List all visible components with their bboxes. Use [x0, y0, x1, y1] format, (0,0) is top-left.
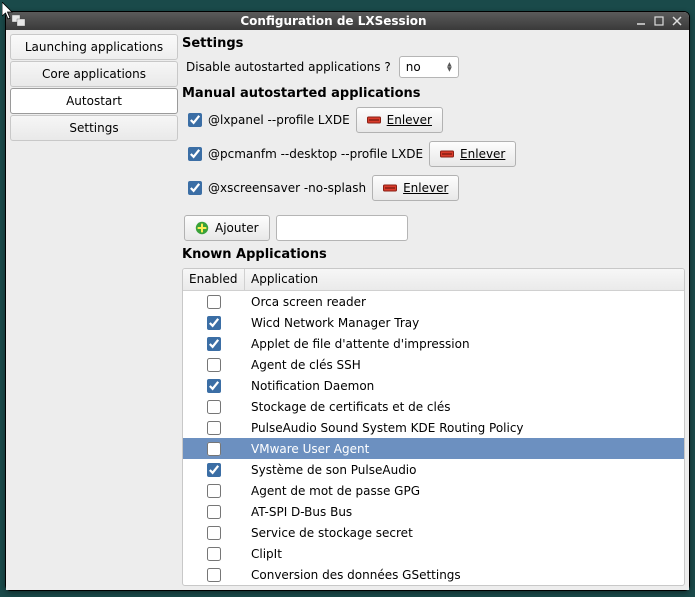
sidebar-item-settings[interactable]: Settings [10, 115, 178, 141]
remove-button[interactable]: Enlever [356, 107, 443, 133]
manual-autostart-checkbox[interactable] [188, 113, 202, 127]
remove-button[interactable]: Enlever [372, 175, 459, 201]
column-enabled[interactable]: Enabled [183, 269, 245, 290]
settings-heading: Settings [182, 36, 685, 51]
known-app-name: Conversion des données GSettings [245, 568, 684, 582]
known-app-checkbox[interactable] [207, 421, 221, 435]
manual-autostart-row: @xscreensaver -no-splash Enlever [188, 175, 685, 201]
known-heading: Known Applications [182, 247, 685, 262]
known-app-row[interactable]: Wicd Network Manager Tray [183, 312, 684, 333]
known-app-checkbox[interactable] [207, 337, 221, 351]
known-app-name: Stockage de certificats et de clés [245, 400, 684, 414]
disable-autostart-combo[interactable]: no ▲▼ [399, 56, 459, 78]
sidebar-item-autostart[interactable]: Autostart [10, 88, 178, 114]
minus-icon [383, 183, 397, 193]
known-app-row[interactable]: Orca screen reader [183, 291, 684, 312]
disable-autostart-label: Disable autostarted applications ? [186, 60, 391, 74]
close-button[interactable] [671, 15, 683, 27]
known-app-checkbox[interactable] [207, 463, 221, 477]
known-app-row[interactable]: Conversion des données GSettings [183, 564, 684, 585]
known-app-checkbox[interactable] [207, 442, 221, 456]
sidebar-item-label: Launching applications [25, 40, 163, 54]
known-app-name: Notification Daemon [245, 379, 684, 393]
known-app-row[interactable]: Notification Daemon [183, 375, 684, 396]
known-app-name: Applet de file d'attente d'impression [245, 337, 684, 351]
manual-autostart-checkbox[interactable] [188, 147, 202, 161]
known-app-name: Orca screen reader [245, 295, 684, 309]
manual-autostart-row: @pcmanfm --desktop --profile LXDE Enlever [188, 141, 685, 167]
window-buttons [635, 15, 683, 27]
sidebar-item-label: Autostart [66, 94, 122, 108]
remove-button-label: Enlever [403, 181, 448, 195]
add-button[interactable]: Ajouter [184, 215, 270, 241]
window-title: Configuration de LXSession [32, 14, 635, 28]
known-app-row[interactable]: VMware User Agent [183, 438, 684, 459]
known-app-checkbox[interactable] [207, 400, 221, 414]
app-icon [12, 15, 26, 27]
known-app-row[interactable]: Stockage de certificats et de clés [183, 396, 684, 417]
remove-button-label: Enlever [387, 113, 432, 127]
known-table-header: Enabled Application [183, 269, 684, 291]
manual-autostart-command: @lxpanel --profile LXDE [208, 113, 350, 127]
known-app-checkbox[interactable] [207, 505, 221, 519]
manual-autostart-row: @lxpanel --profile LXDE Enlever [188, 107, 685, 133]
maximize-button[interactable] [653, 15, 665, 27]
titlebar[interactable]: Configuration de LXSession [6, 12, 689, 30]
known-app-checkbox[interactable] [207, 295, 221, 309]
manual-autostart-command: @xscreensaver -no-splash [208, 181, 366, 195]
known-app-name: Service de stockage secret [245, 526, 684, 540]
disable-autostart-value: no [406, 60, 421, 74]
minimize-button[interactable] [635, 15, 647, 27]
known-app-name: VMware User Agent [245, 442, 684, 456]
known-app-row[interactable]: Agent de mot de passe GPG [183, 480, 684, 501]
column-application[interactable]: Application [245, 269, 684, 290]
sidebar-item-core-applications[interactable]: Core applications [10, 61, 178, 87]
add-button-label: Ajouter [215, 221, 259, 235]
manual-autostart-command: @pcmanfm --desktop --profile LXDE [208, 147, 423, 161]
known-app-checkbox[interactable] [207, 379, 221, 393]
known-table-body: Orca screen reader Wicd Network Manager T… [183, 291, 684, 585]
known-app-checkbox[interactable] [207, 526, 221, 540]
add-command-input[interactable] [276, 215, 408, 241]
known-app-name: Wicd Network Manager Tray [245, 316, 684, 330]
remove-button-label: Enlever [460, 147, 505, 161]
minus-icon [367, 115, 381, 125]
remove-button[interactable]: Enlever [429, 141, 516, 167]
chevron-up-down-icon: ▲▼ [447, 62, 452, 72]
known-app-row[interactable]: ClipIt [183, 543, 684, 564]
known-app-row[interactable]: Applet de file d'attente d'impression [183, 333, 684, 354]
known-app-name: ClipIt [245, 547, 684, 561]
sidebar-item-launching-applications[interactable]: Launching applications [10, 34, 178, 60]
known-app-name: Agent de mot de passe GPG [245, 484, 684, 498]
known-app-checkbox[interactable] [207, 568, 221, 582]
known-app-name: Système de son PulseAudio [245, 463, 684, 477]
manual-autostart-checkbox[interactable] [188, 181, 202, 195]
sidebar: Launching applications Core applications… [10, 34, 178, 586]
known-app-row[interactable]: Agent de clés SSH [183, 354, 684, 375]
known-app-row[interactable]: Service de stockage secret [183, 522, 684, 543]
known-app-checkbox[interactable] [207, 547, 221, 561]
known-app-checkbox[interactable] [207, 358, 221, 372]
known-app-row[interactable]: PulseAudio Sound System KDE Routing Poli… [183, 417, 684, 438]
known-app-row[interactable]: AT-SPI D-Bus Bus [183, 501, 684, 522]
known-app-checkbox[interactable] [207, 316, 221, 330]
plus-icon [195, 221, 209, 235]
known-applications-table: Enabled Application Orca screen reader Wi… [182, 268, 685, 586]
known-app-checkbox[interactable] [207, 484, 221, 498]
known-app-row[interactable]: Système de son PulseAudio [183, 459, 684, 480]
known-app-name: Agent de clés SSH [245, 358, 684, 372]
minus-icon [440, 149, 454, 159]
known-app-name: AT-SPI D-Bus Bus [245, 505, 684, 519]
main-panel: Settings Disable autostarted application… [182, 34, 685, 586]
sidebar-item-label: Core applications [42, 67, 146, 81]
manual-heading: Manual autostarted applications [182, 86, 685, 101]
sidebar-item-label: Settings [69, 121, 118, 135]
configuration-window: Configuration de LXSession Launching app… [5, 11, 690, 591]
known-app-name: PulseAudio Sound System KDE Routing Poli… [245, 421, 684, 435]
